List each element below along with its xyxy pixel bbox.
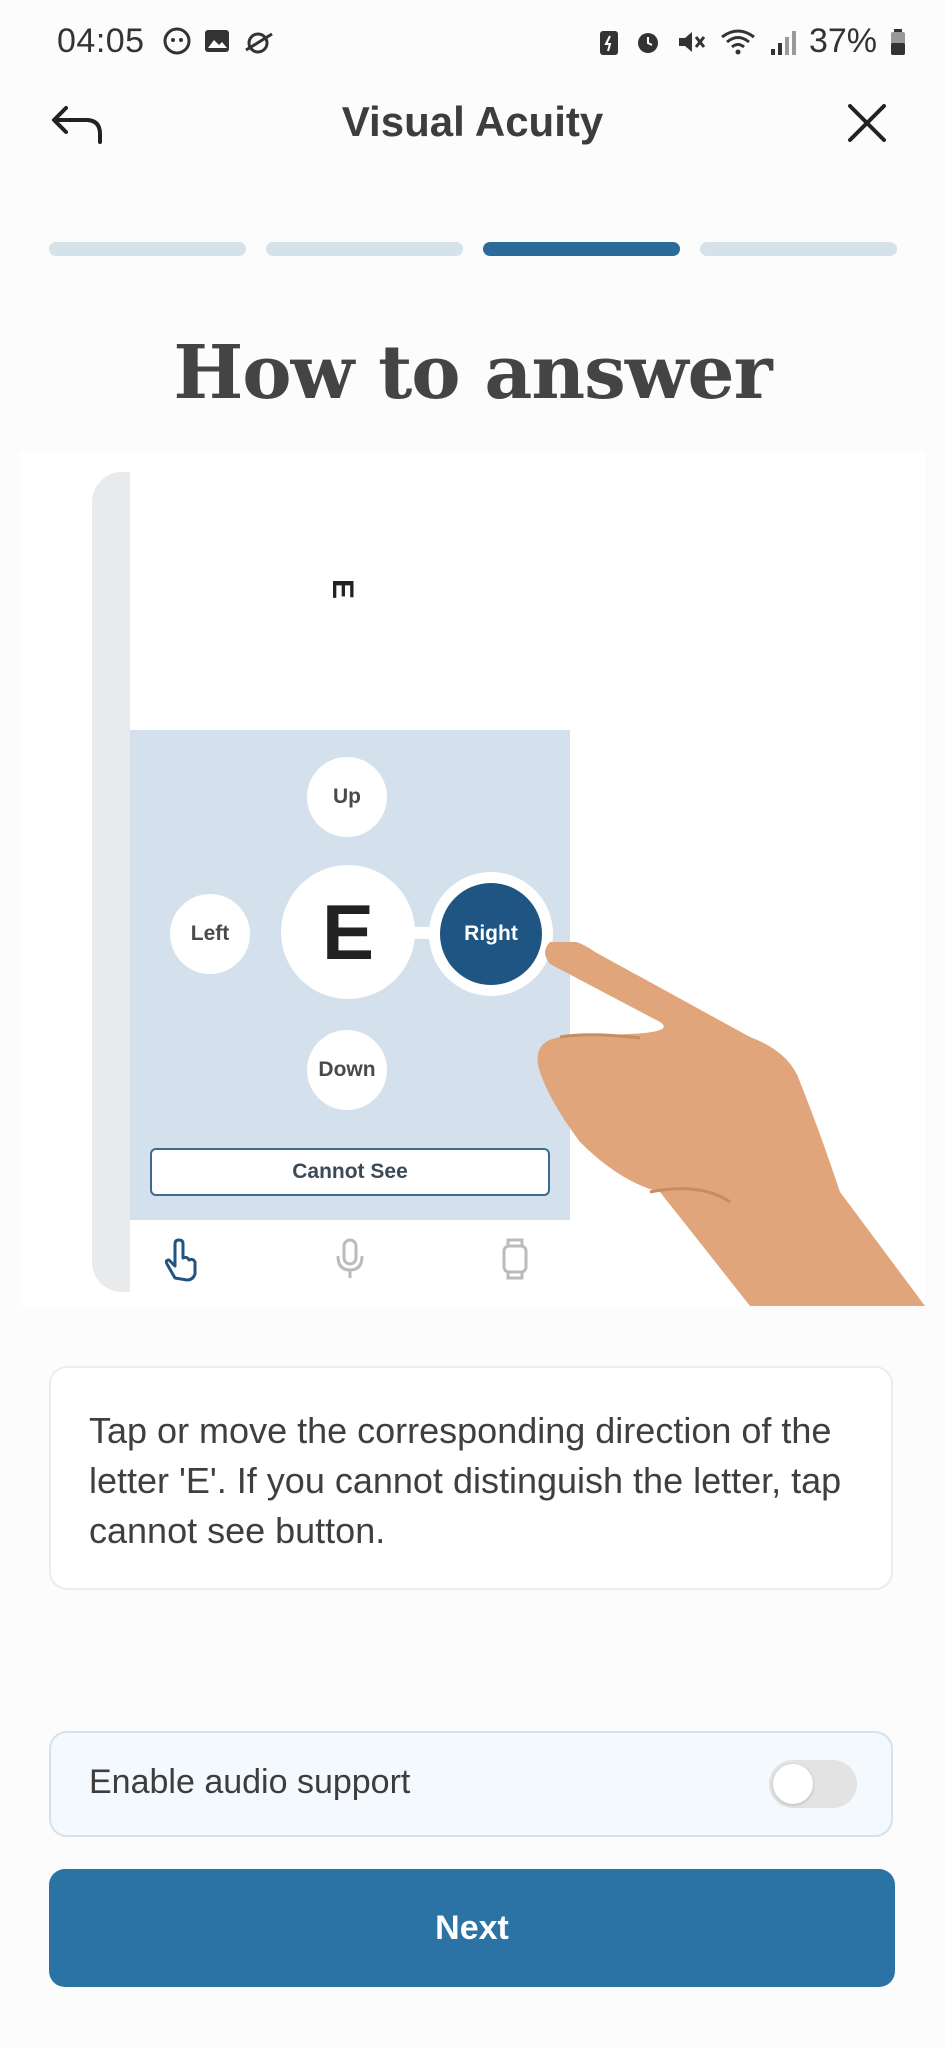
page-title: Visual Acuity	[341, 98, 604, 145]
battery-icon	[891, 28, 905, 55]
battery-text: 37%	[808, 22, 877, 60]
cannot-see-button: Cannot See	[150, 1148, 550, 1196]
status-time: 04:05	[57, 22, 145, 60]
face-icon	[163, 27, 191, 55]
alarm-icon	[637, 32, 658, 53]
section-heading: How to answer	[173, 330, 772, 416]
center-letter: E	[281, 865, 415, 999]
instruction-illustration: E Up Left E Right Down Cannot See	[20, 452, 925, 1306]
progress-indicator	[49, 242, 897, 256]
progress-step-1	[49, 242, 246, 256]
signal-icon	[770, 30, 796, 55]
audio-support-card: Enable audio support	[49, 1731, 893, 1837]
next-button[interactable]: Next	[49, 1869, 895, 1987]
audio-support-toggle[interactable]	[769, 1760, 857, 1808]
close-icon	[848, 104, 886, 142]
status-left-icons	[162, 26, 276, 56]
left-button: Left	[170, 894, 250, 974]
microphone-icon	[336, 1238, 364, 1278]
hand-illustration	[537, 942, 925, 1306]
toggle-knob	[773, 1764, 813, 1804]
battery-saver-icon	[599, 30, 618, 55]
wifi-icon	[721, 29, 755, 54]
notification-icon	[245, 32, 273, 54]
instruction-text: Tap or move the corresponding direction …	[49, 1366, 893, 1590]
down-button: Down	[307, 1030, 387, 1110]
progress-step-2	[266, 242, 463, 256]
close-button[interactable]	[842, 98, 892, 148]
touch-icon	[164, 1238, 197, 1282]
up-button: Up	[307, 757, 387, 837]
gallery-icon	[205, 30, 229, 52]
target-letter: E	[326, 578, 360, 600]
progress-step-4	[700, 242, 897, 256]
status-right: 37%	[597, 22, 907, 61]
mute-icon	[678, 31, 706, 52]
progress-step-3	[483, 242, 680, 256]
audio-support-label: Enable audio support	[89, 1763, 411, 1801]
